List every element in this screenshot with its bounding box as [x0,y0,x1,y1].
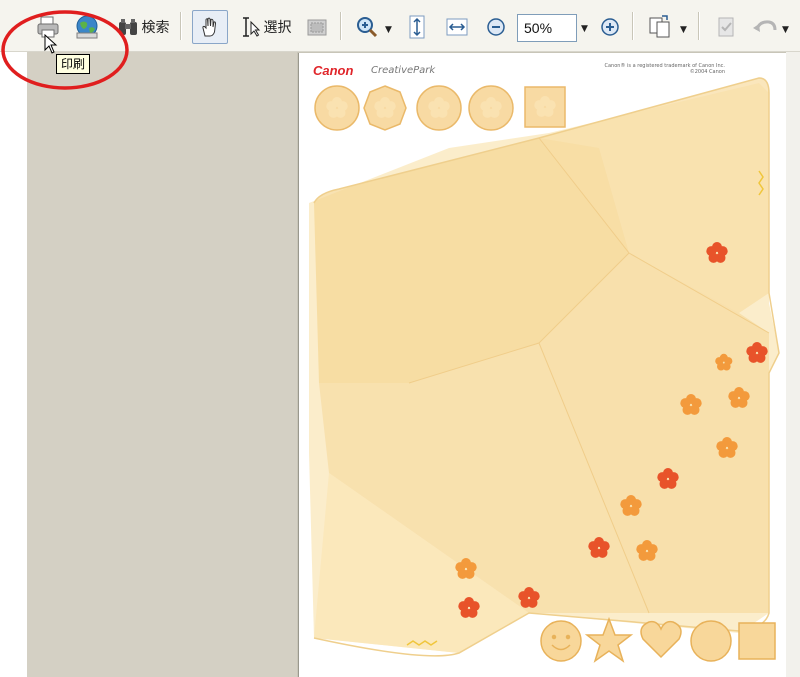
trademark-note: Canon® is a registered trademark of Cano… [604,63,725,75]
zoom-out-icon [487,18,505,36]
brand-logo: Canon [313,63,354,78]
page-layout-dropdown-icon[interactable]: ▼ [680,25,687,35]
zoom-level-dropdown-icon[interactable]: ▼ [581,24,588,34]
acrobat-reader-window: 検索 選択 ▼ 50% ▼ ▼ ▼ Canon CreativePark Can… [0,0,800,677]
select-text-icon [242,17,260,37]
zoom-in-icon [357,17,378,38]
envelope-template-artwork [309,77,780,663]
zoom-in-button[interactable] [598,10,622,44]
web-button[interactable] [72,10,102,44]
search-label: 検索 [141,20,170,36]
hand-icon [202,17,217,37]
navigation-panel [27,52,297,677]
stamp-icon [718,17,734,37]
separator [340,12,342,40]
vertical-scrollbar[interactable] [786,52,800,677]
fit-width-button[interactable] [444,10,470,44]
fit-width-icon [446,18,468,36]
zoom-out-button[interactable] [484,10,508,44]
snapshot-button[interactable] [300,10,334,44]
fit-height-button[interactable] [404,10,430,44]
select-tool-button[interactable]: 選択 [234,10,296,44]
select-label: 選択 [263,20,292,36]
undo-icon [753,20,777,32]
page-layout-button[interactable] [644,10,676,44]
undo-dropdown-icon[interactable]: ▼ [782,25,789,35]
zoom-plus-icon [601,18,619,36]
web-icon [76,15,98,39]
snapshot-icon [307,19,327,36]
separator [698,12,700,40]
zoom-in-tool-button[interactable] [352,10,382,44]
toolbar: 検索 選択 ▼ 50% ▼ ▼ ▼ [0,0,800,52]
zoom-tool-dropdown-icon[interactable]: ▼ [385,25,392,35]
zoom-level-field[interactable]: 50% [517,14,577,42]
document-page[interactable]: Canon CreativePark Canon® is a registere… [298,53,786,677]
binoculars-icon [118,19,137,35]
mouse-cursor-icon [44,34,58,54]
window-edge [0,52,27,677]
stamp-button[interactable] [712,10,740,44]
fit-height-icon [409,15,425,39]
print-tooltip: 印刷 [56,54,91,74]
hand-tool-button[interactable] [192,10,228,44]
separator [632,12,634,40]
product-name: CreativePark [371,65,436,76]
pages-icon [649,15,670,38]
undo-button[interactable] [748,10,782,44]
separator [180,12,182,40]
search-button[interactable]: 検索 [112,10,174,44]
